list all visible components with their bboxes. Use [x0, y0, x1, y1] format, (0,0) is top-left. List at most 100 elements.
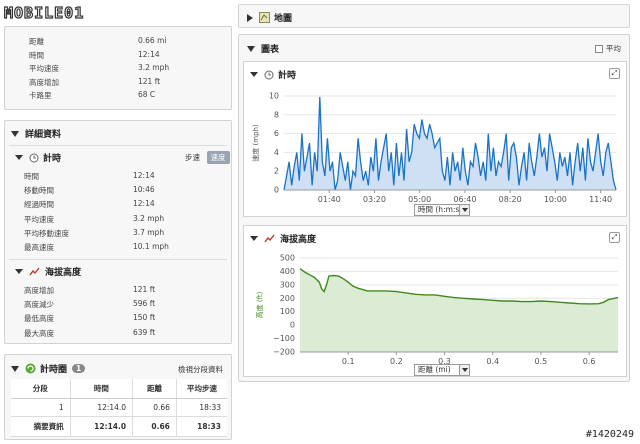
- speed-chart-title: 計時: [278, 71, 297, 81]
- stat-row: 最高速度 10.1 mph: [24, 242, 224, 252]
- stat-label: 時間: [29, 50, 44, 60]
- laps-column-header[interactable]: 距離: [132, 379, 177, 399]
- average-checkbox[interactable]: [595, 44, 603, 53]
- view-splits-link[interactable]: 檢視分段資料: [178, 364, 223, 375]
- y-tick-label: 500: [280, 254, 295, 263]
- laps-panel: 計時圈 1 檢視分段資料 分段 時間 距離 平均步速 1 12:14.0 0.66 18:3…: [4, 354, 232, 440]
- stat-label: 移動時間: [24, 186, 54, 196]
- details-header[interactable]: 詳細資料: [11, 127, 61, 140]
- y-tick-label: 10: [269, 92, 279, 101]
- stat-label: 時間: [24, 172, 39, 181]
- x-tick-label: 0.2: [390, 357, 403, 366]
- stat-value: 121 ft: [138, 76, 161, 86]
- collapse-icon[interactable]: [15, 155, 23, 160]
- collapse-icon[interactable]: [250, 236, 258, 241]
- details-panel: 詳細資料 計時 步速 速度 時間 12:14 移動時間 10:46 經過時間 12:14 平…: [4, 120, 232, 344]
- site-logo[interactable]: MOBILE01: [2, 2, 126, 24]
- elevation-title: 海拔高度: [45, 268, 82, 278]
- laps-column-header[interactable]: 時間: [70, 379, 134, 399]
- stat-row: 最大高度 639 ft: [24, 328, 224, 338]
- table-cell: 0.66: [132, 398, 177, 417]
- stat-row: 高度減少 596 ft: [24, 299, 224, 309]
- stat-label: 卡路里: [29, 91, 52, 100]
- speed-x-axis-label: 時間 (h:m:s): [418, 205, 463, 214]
- y-tick-label: −200: [273, 348, 295, 357]
- refresh-icon: [25, 363, 36, 374]
- y-axis-label: 高度 (ft): [255, 291, 264, 318]
- x-tick-label: 10:00: [544, 195, 567, 204]
- stat-row: 平均速度 3.2 mph: [29, 63, 229, 73]
- y-tick-label: 100: [280, 307, 295, 316]
- elevation-chart: 5004003002001000−100−200高度 (ft)0.1 0.2 0.3…: [255, 254, 619, 366]
- stat-value: 3.2 mph: [138, 63, 170, 72]
- y-axis-label: 速度 (mph): [251, 124, 260, 162]
- stat-value: 10:46: [133, 185, 155, 195]
- map-header[interactable]: 地圖: [247, 11, 292, 24]
- elevation-chart-box: 海拔高度 ⤢ 500 400 300 200 100 0 −100 −200 高度 (ft) 0.…: [243, 225, 627, 377]
- stat-label: 經過時間: [24, 200, 54, 210]
- speed-x-axis-select[interactable]: 時間 (h:m:s): [414, 204, 470, 216]
- stat-value: 121 ft: [133, 285, 156, 294]
- stat-row: 經過時間 12:14: [24, 199, 224, 209]
- expand-icon[interactable]: [247, 13, 253, 22]
- stat-value: 639 ft: [133, 327, 156, 337]
- collapse-icon[interactable]: [15, 269, 23, 274]
- speed-chart-header[interactable]: 計時: [250, 68, 296, 81]
- charts-title: 圖表: [261, 45, 280, 55]
- stat-row: 距離 0.66 mi: [29, 36, 229, 46]
- stat-label: 平均速度: [29, 64, 59, 73]
- elevation-section-header[interactable]: 海拔高度: [15, 265, 81, 278]
- elevation-chart-header[interactable]: 海拔高度: [250, 232, 316, 245]
- laps-column-header[interactable]: 分段: [11, 379, 71, 399]
- stat-value: 12:14: [133, 199, 155, 209]
- collapse-icon[interactable]: [11, 365, 19, 372]
- timing-section-header[interactable]: 計時: [15, 151, 61, 164]
- table-cell: 1: [11, 398, 71, 417]
- watermark: #1420249: [585, 429, 634, 440]
- clock-icon: [29, 153, 39, 162]
- laps-title: 計時圈: [40, 365, 68, 375]
- x-tick-label: 11:40: [589, 195, 612, 204]
- elevation-chart-title: 海拔高度: [280, 235, 317, 245]
- collapse-icon[interactable]: [247, 45, 255, 52]
- map-icon: [259, 12, 270, 23]
- tab-speed[interactable]: 速度: [206, 151, 230, 164]
- y-tick-label: 2: [274, 167, 279, 176]
- stat-row: 平均速度 3.2 mph: [24, 214, 224, 224]
- x-tick-label: 03:20: [363, 195, 386, 204]
- expand-chart-icon[interactable]: ⤢: [609, 68, 620, 79]
- chevron-down-icon: [459, 365, 469, 375]
- stat-row: 平均移動速度 3.7 mph: [24, 228, 224, 238]
- average-label: 平均: [606, 44, 621, 53]
- clock-icon: [264, 70, 274, 79]
- logo-text: MOBILE01: [4, 4, 84, 22]
- table-cell: 摘要資訊: [11, 416, 71, 437]
- stat-value: 3.7 mph: [133, 227, 165, 237]
- x-tick-label: 0.6: [583, 357, 596, 366]
- speed-chart-box: 計時 ⤢ 0 2 4 6 8 10 速度 (mph) 01:40 03:20 05:00 06:40…: [243, 61, 627, 217]
- x-tick-label: 06:40: [453, 195, 476, 204]
- stat-value: 150 ft: [133, 313, 156, 323]
- table-row[interactable]: 1 12:14.0 0.66 18:33: [11, 398, 227, 417]
- stat-value: 12:14: [138, 49, 160, 59]
- x-tick-label: 05:00: [408, 195, 431, 204]
- laps-header[interactable]: 計時圈 1: [11, 362, 86, 375]
- y-tick-label: 4: [274, 148, 279, 157]
- table-cell: 0.66: [132, 416, 177, 437]
- stat-label: 高度增加: [24, 286, 54, 295]
- stat-label: 最低高度: [24, 314, 54, 324]
- collapse-icon[interactable]: [250, 72, 258, 77]
- elevation-x-axis-label: 距離 (mi): [418, 365, 451, 374]
- y-tick-label: 300: [280, 280, 295, 289]
- stat-value: 596 ft: [133, 299, 156, 309]
- stat-row: 高度增加 121 ft: [24, 285, 224, 295]
- tab-pace[interactable]: 步速: [181, 151, 204, 164]
- stat-value: 0.66 mi: [138, 36, 167, 45]
- collapse-icon[interactable]: [11, 130, 19, 137]
- map-panel: 地圖: [238, 4, 630, 28]
- expand-chart-icon[interactable]: ⤢: [609, 232, 620, 243]
- elevation-x-axis-select[interactable]: 距離 (mi): [414, 364, 470, 376]
- stat-row: 最低高度 150 ft: [24, 313, 224, 323]
- laps-column-header[interactable]: 平均步速: [176, 379, 227, 399]
- charts-header[interactable]: 圖表: [247, 42, 279, 55]
